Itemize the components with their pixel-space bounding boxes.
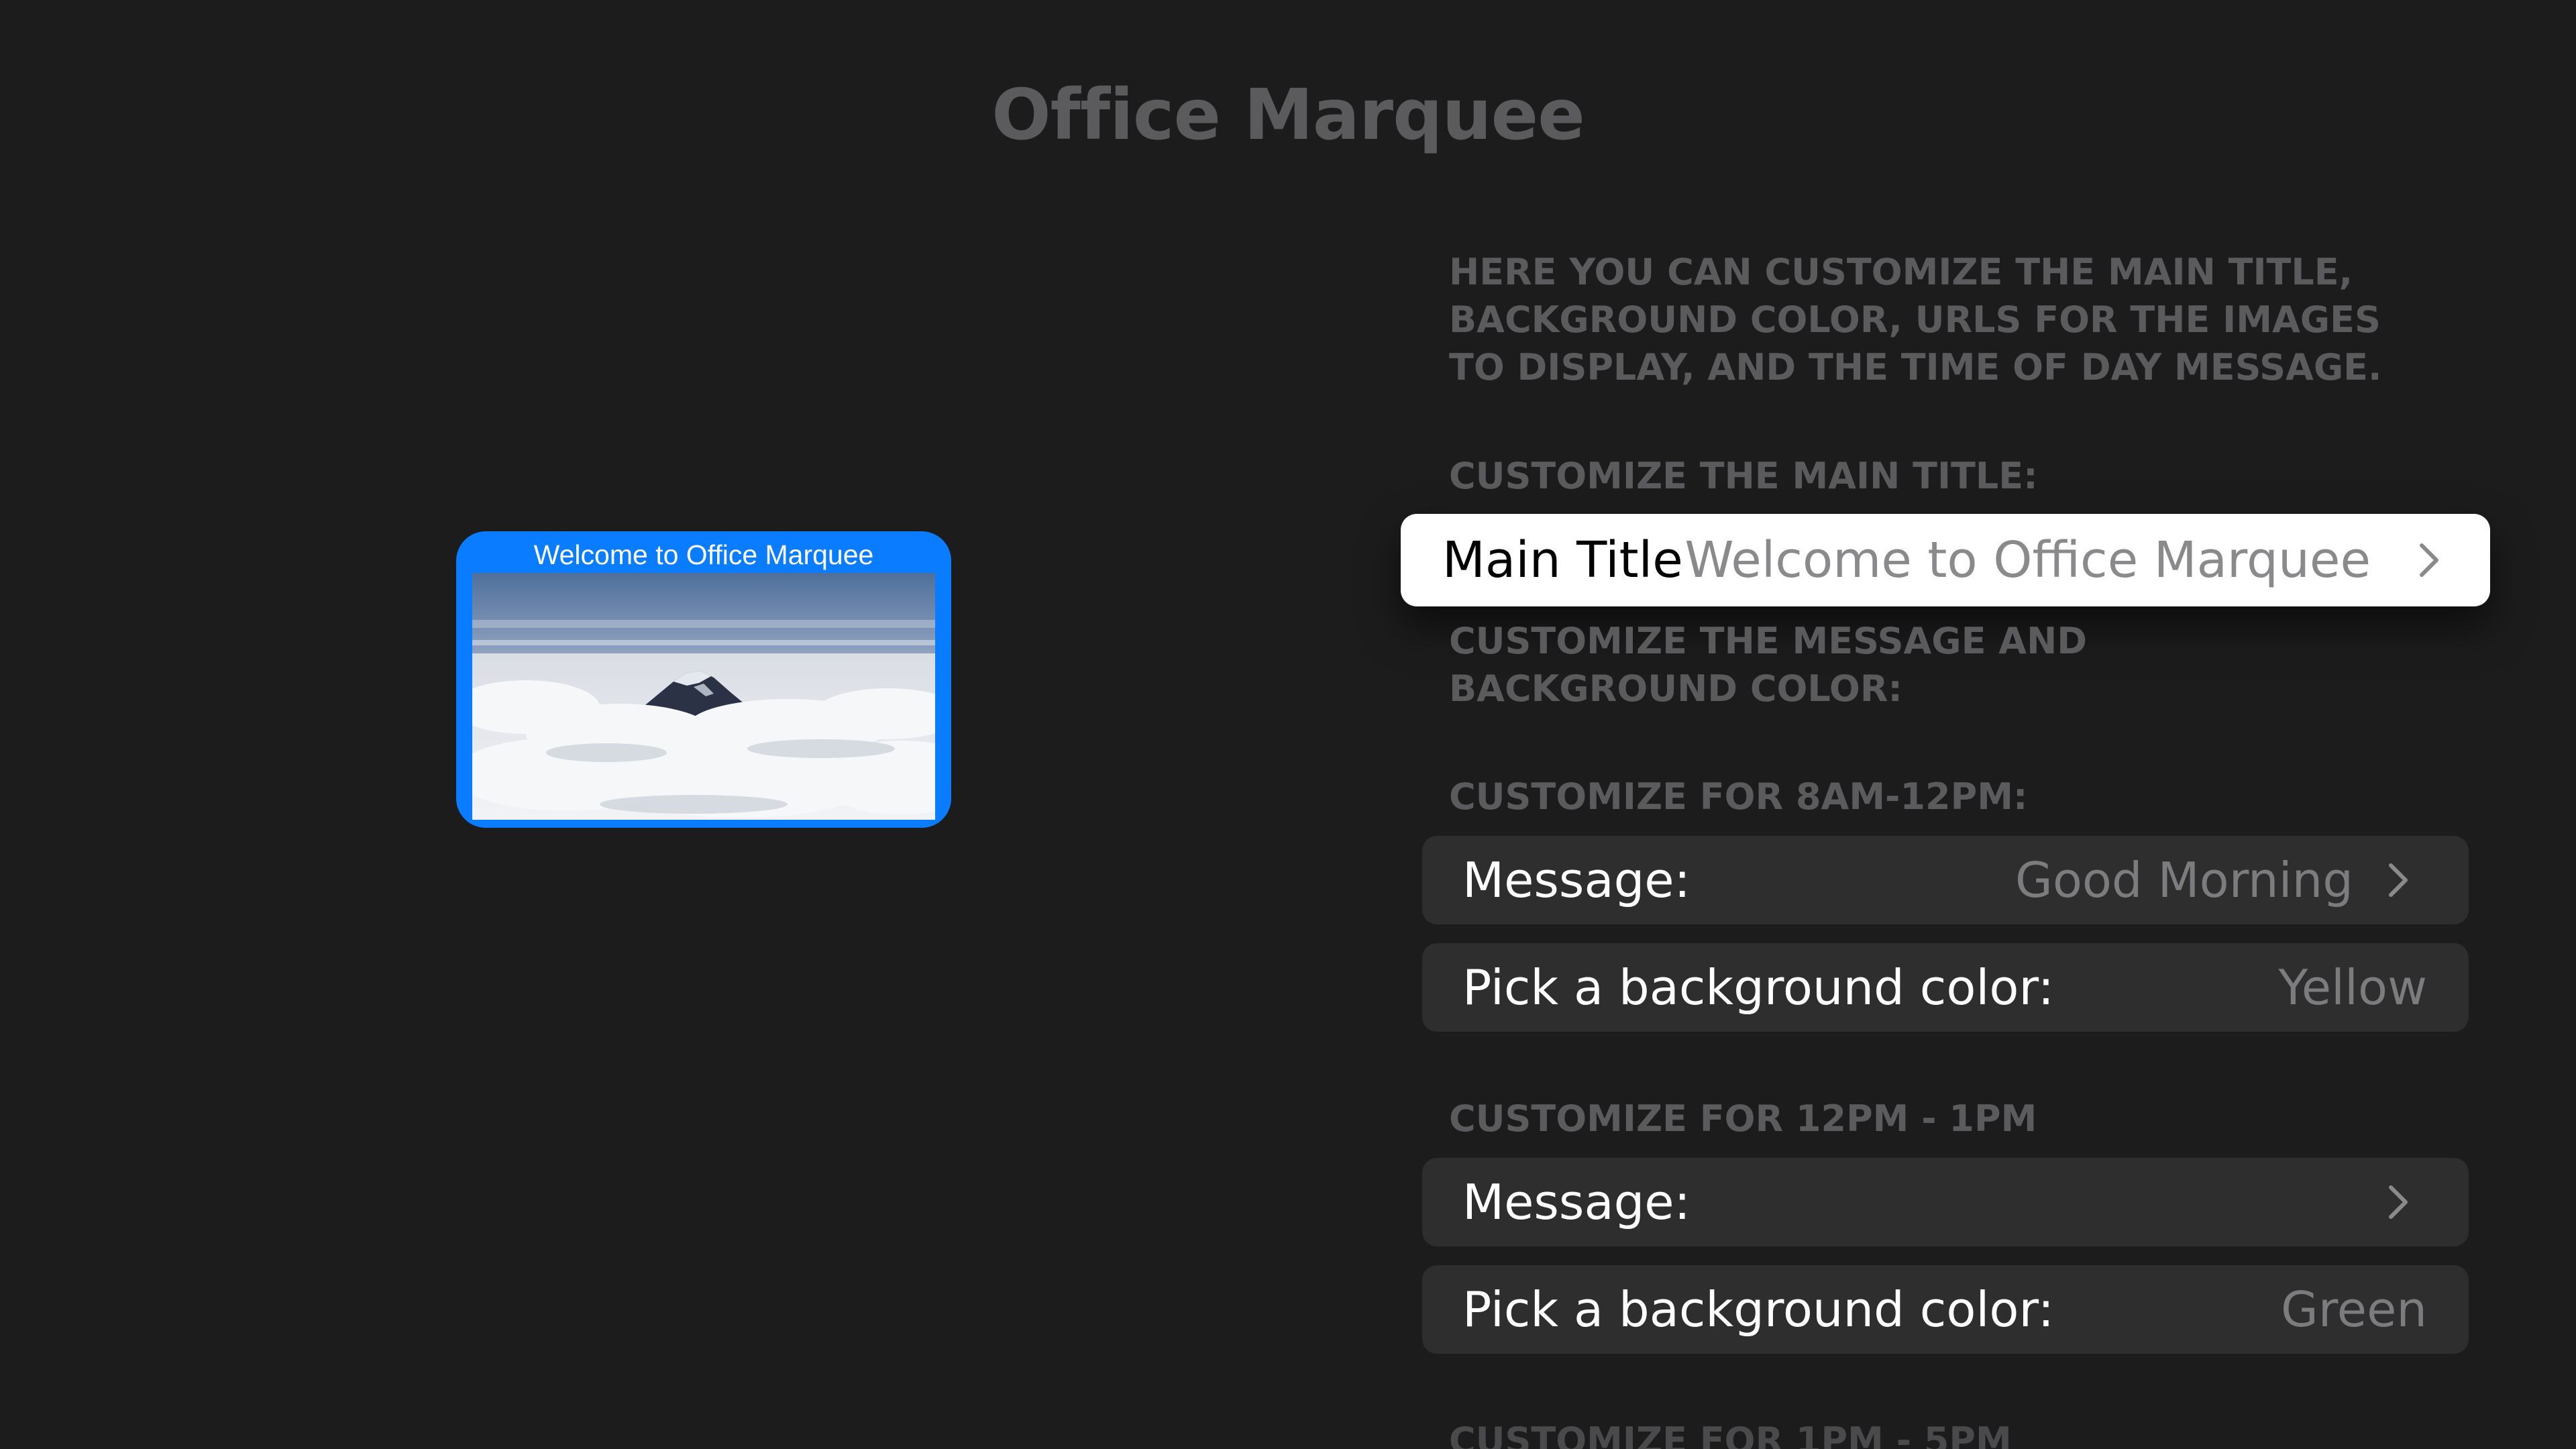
morning-color-label: Pick a background color:	[1462, 959, 2055, 1016]
main-title-section-header: CUSTOMIZE THE MAIN TITLE:	[1449, 455, 2038, 497]
noon-color-row[interactable]: Pick a background color: Green	[1422, 1265, 2469, 1354]
morning-message-value: Good Morning	[2015, 852, 2353, 908]
section-1pm-5pm-header: CUSTOMIZE FOR 1PM - 5PM	[1449, 1419, 2012, 1449]
marquee-preview-card: Welcome to Office Marquee	[456, 531, 951, 828]
main-title-row[interactable]: Main Title Welcome to Office Marquee	[1401, 514, 2490, 606]
morning-color-row[interactable]: Pick a background color: Yellow	[1422, 943, 2469, 1032]
chevron-right-icon	[2389, 1185, 2408, 1219]
main-title-label: Main Title	[1442, 531, 1683, 589]
preview-image	[472, 573, 935, 820]
morning-message-label: Message:	[1462, 852, 1690, 908]
section-12pm-1pm-header: CUSTOMIZE FOR 12PM - 1PM	[1449, 1097, 2037, 1140]
section-8am-12pm-header: CUSTOMIZE FOR 8AM-12PM:	[1449, 775, 2028, 818]
morning-color-value: Yellow	[2278, 959, 2427, 1016]
mountain-clouds-image	[472, 573, 935, 820]
noon-message-row[interactable]: Message:	[1422, 1158, 2469, 1246]
morning-message-row[interactable]: Message: Good Morning	[1422, 836, 2469, 924]
preview-title: Welcome to Office Marquee	[533, 539, 874, 570]
noon-message-label: Message:	[1462, 1174, 1690, 1230]
settings-panel: HERE YOU CAN CUSTOMIZE THE MAIN TITLE, B…	[1401, 0, 2490, 1449]
chevron-right-icon	[2389, 863, 2408, 897]
app-root: Office Marquee Welcome to Office Marquee	[0, 0, 2576, 1449]
message-bg-section-header: CUSTOMIZE THE MESSAGE AND BACKGROUND COL…	[1449, 620, 2088, 710]
main-title-value: Welcome to Office Marquee	[1684, 531, 2371, 589]
noon-color-label: Pick a background color:	[1462, 1281, 2055, 1338]
noon-color-value: Green	[2280, 1281, 2427, 1338]
chevron-right-icon	[2420, 543, 2438, 577]
settings-description: HERE YOU CAN CUSTOMIZE THE MAIN TITLE, B…	[1449, 251, 2382, 388]
